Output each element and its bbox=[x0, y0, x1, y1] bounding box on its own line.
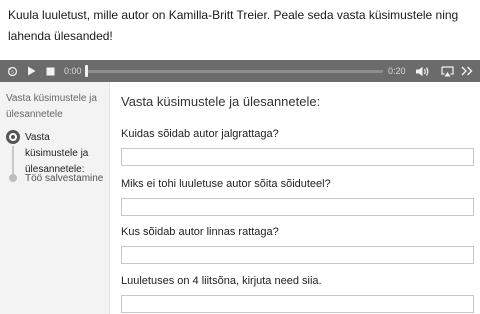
question-3: Kus sõidab autor linnas rattaga? bbox=[121, 225, 475, 264]
volume-icon[interactable] bbox=[414, 60, 432, 82]
stop-icon[interactable] bbox=[44, 60, 56, 82]
answer-input-1[interactable] bbox=[121, 148, 474, 166]
question-label: Miks ei tohi luuletuse autor sõita sõidu… bbox=[121, 178, 331, 190]
question-1: Kuidas sõidab autor jalgrattaga? bbox=[121, 127, 475, 166]
sidebar-step-label: Töö salvestamine bbox=[25, 173, 104, 184]
play-icon[interactable] bbox=[25, 60, 37, 82]
duration-time: 0:20 bbox=[388, 66, 406, 76]
question-4: Luuletuses on 4 liitsõna, kirjuta need s… bbox=[121, 274, 475, 313]
current-time: 0:00 bbox=[64, 66, 82, 76]
airplay-icon[interactable] bbox=[439, 60, 455, 82]
active-step-icon bbox=[6, 130, 20, 144]
progress-handle[interactable] bbox=[85, 65, 88, 77]
page-title: Vasta küsimustele ja ülesannetele: bbox=[121, 94, 321, 109]
inactive-step-icon bbox=[9, 174, 17, 182]
question-label: Kuidas sõidab autor jalgrattaga? bbox=[121, 128, 279, 140]
instruction-text: Kuula luuletust, mille autor on Kamilla-… bbox=[8, 8, 459, 43]
svg-text:5: 5 bbox=[11, 69, 14, 74]
replay-icon[interactable]: 5 bbox=[5, 60, 19, 82]
forward-icon[interactable] bbox=[459, 60, 475, 82]
question-label: Luuletuses on 4 liitsõna, kirjuta need s… bbox=[121, 275, 322, 287]
answer-input-2[interactable] bbox=[121, 198, 474, 216]
sidebar-heading: Vasta küsimustele ja ülesannetele bbox=[6, 93, 97, 120]
answer-input-4[interactable] bbox=[121, 295, 474, 313]
sidebar-step-save[interactable]: Töö salvestamine bbox=[6, 171, 105, 187]
answer-input-3[interactable] bbox=[121, 246, 474, 264]
question-label: Kus sõidab autor linnas rattaga? bbox=[121, 226, 279, 238]
sidebar: Vasta küsimustele ja ülesannetele Vasta … bbox=[0, 82, 110, 314]
progress-track[interactable] bbox=[87, 70, 383, 73]
question-2: Miks ei tohi luuletuse autor sõita sõidu… bbox=[121, 177, 475, 216]
audio-player: 5 0:00 0:20 bbox=[0, 60, 480, 82]
main-content: Vasta küsimustele ja ülesannetele: Kuida… bbox=[121, 82, 475, 314]
